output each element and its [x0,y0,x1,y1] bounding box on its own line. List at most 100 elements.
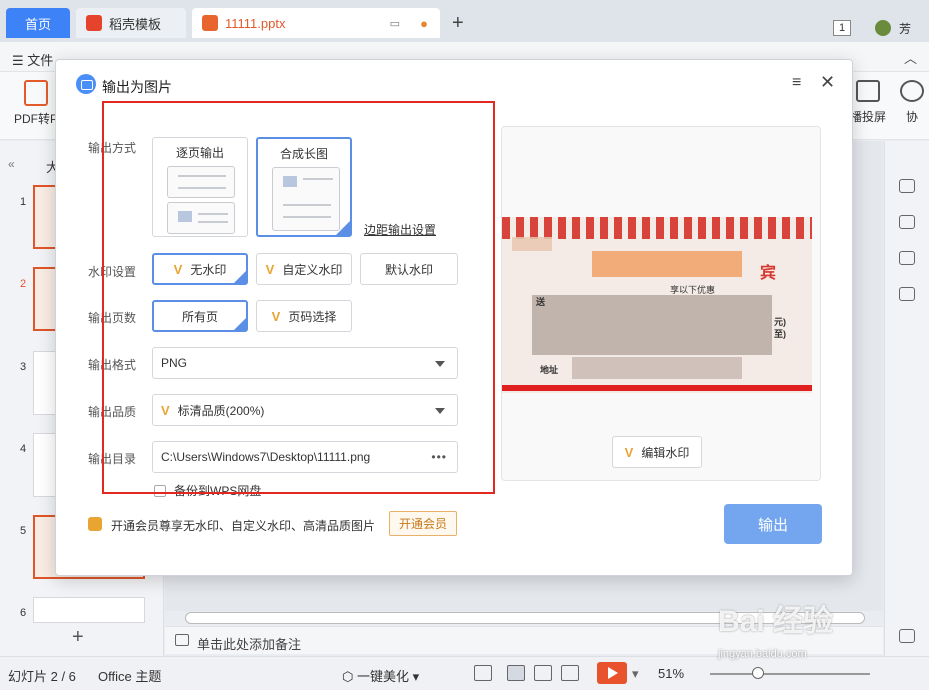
edit-watermark-button[interactable]: V 编辑水印 [612,436,702,468]
export-image-dialog: 输出为图片 ≡ ✕ 输出方式 逐页输出 合成长图 边距输出设置 水印设置 V 无… [55,59,853,576]
image-icon [76,74,96,94]
vip-promo-text: 开通会员尊享无水印、自定义水印、高清品质图片 [111,519,376,533]
preview-decor-band [502,385,812,391]
watermark-default-option[interactable]: 默认水印 [360,253,458,285]
page-preview-icon [167,166,235,198]
quality-select[interactable]: V 标清品质(200%) [152,394,458,426]
mini-image [178,211,192,222]
quality-label: 输出品质 [88,405,137,419]
watermark-label: 水印设置 [88,265,137,279]
normal-view-icon[interactable] [507,665,525,681]
watermark-custom-label: 自定义水印 [282,262,343,277]
mini-line [283,204,331,206]
tab-daoke[interactable]: 稻壳模板 [76,8,186,38]
person-icon [900,80,924,102]
blurred-region [532,295,772,355]
slide-thumbnail-6[interactable] [33,597,145,623]
sorter-view-icon[interactable] [534,665,552,681]
cube-icon[interactable] [899,287,915,301]
grid-icon[interactable] [899,629,915,643]
monitor-icon[interactable]: ▭ [390,17,400,30]
mini-line [283,216,331,218]
close-icon[interactable]: ✕ [820,72,835,93]
notes-placeholder: 单击此处添加备注 [197,637,302,652]
pages-select-label: 页码选择 [288,309,337,324]
backup-checkbox-row[interactable]: 备份到WPS网盘 [154,482,261,499]
slide-counter: 幻灯片 2 / 6 [8,669,76,684]
cube-outline-icon: ⬡ [342,669,357,684]
chevron-down-icon [435,408,445,414]
dialog-menu-icon[interactable]: ≡ [792,74,801,92]
dialog-title: 输出为图片 [102,79,172,95]
format-value: PNG [161,356,188,370]
pages-label: 输出页数 [88,311,137,325]
vip-crown-icon [88,517,102,531]
window-count-badge[interactable]: 1 [833,20,851,36]
watermark-none-option[interactable]: V 无水印 [152,253,248,285]
add-slide-icon[interactable]: + [72,626,84,649]
tab-bar: 首页 稻壳模板 11111.pptx ▭ ● + 1 芳 [0,0,929,42]
page-preview-icon [167,202,235,234]
settings-sliders-icon[interactable] [899,179,915,193]
screencast-button[interactable]: 播投屏 [850,80,886,125]
screencast-label: 播投屏 [850,110,887,124]
reading-view-icon[interactable] [561,665,579,681]
avatar[interactable] [875,20,891,36]
mode-long-image[interactable]: 合成长图 [256,137,352,237]
long-page-preview-icon [272,167,340,231]
margin-settings-link[interactable]: 边距输出设置 [364,221,436,238]
collapse-ribbon-icon[interactable]: ︿ [904,48,917,67]
zoom-slider[interactable] [710,673,870,675]
status-bar: 幻灯片 2 / 6 Office 主题 ⬡ 一键美化 ▾ ▾ 51% [0,656,929,690]
preview-text: 享以下优惠 [670,285,716,295]
vip-v-icon: V [161,402,170,418]
vip-v-icon: V [173,261,183,277]
new-tab-icon[interactable]: + [452,12,464,35]
menu-file[interactable]: ☰ 文件 [12,50,53,69]
mode-per-page[interactable]: 逐页输出 [152,137,248,237]
play-options-icon[interactable]: ▾ [632,666,639,682]
dir-input[interactable]: C:\Users\Windows7\Desktop\11111.png ••• [152,441,458,473]
tab-home-label: 首页 [24,16,51,32]
backup-checkbox[interactable] [154,484,166,497]
play-slideshow-button[interactable] [597,662,627,684]
collapse-panel-icon[interactable]: « [8,157,15,171]
dir-value: C:\Users\Windows7\Desktop\11111.png [161,450,371,464]
format-select[interactable]: PNG [152,347,458,379]
beautify-button[interactable]: ⬡ 一键美化 ▾ [342,666,419,685]
thumb-number: 4 [20,443,27,455]
blurred-region [572,357,742,379]
quality-value: 标清品质(200%) [177,403,265,418]
thumb-number: 5 [20,525,27,537]
theme-name[interactable]: Office 主题 [98,666,161,685]
ppt-file-icon [202,15,218,31]
notes-view-icon[interactable] [474,665,492,681]
pages-all-option[interactable]: 所有页 [152,300,248,332]
watermark-custom-option[interactable]: V 自定义水印 [256,253,352,285]
export-button[interactable]: 输出 [724,504,822,544]
browse-more-icon[interactable]: ••• [431,450,447,464]
dir-label: 输出目录 [88,452,137,466]
menu-file-label: 文件 [27,53,54,68]
tab-home[interactable]: 首页 [6,8,70,38]
zoom-level[interactable]: 51% [658,666,684,681]
tab-document[interactable]: 11111.pptx ▭ ● [192,8,440,38]
star-icon[interactable] [899,215,915,229]
mini-line [198,221,228,223]
backup-label: 备份到WPS网盘 [174,484,262,498]
preview-title-char: 宾 [760,265,777,282]
zoom-slider-handle[interactable] [752,667,764,679]
thumb-number: 2 [20,278,27,290]
pages-select-option[interactable]: V 页码选择 [256,300,352,332]
speaker-icon[interactable] [899,251,915,265]
user-name[interactable]: 芳 [899,20,911,37]
mini-line [178,187,226,189]
tab-daoke-label: 稻壳模板 [109,16,162,32]
notes-icon [175,634,189,646]
collab-button[interactable]: 协 [900,80,924,125]
thumb-number: 3 [20,361,27,373]
baidu-watermark: Bai 经验 [718,605,834,638]
blurred-region [592,251,742,277]
open-vip-button[interactable]: 开通会员 [389,511,457,536]
tab-document-label: 11111.pptx [225,15,286,31]
